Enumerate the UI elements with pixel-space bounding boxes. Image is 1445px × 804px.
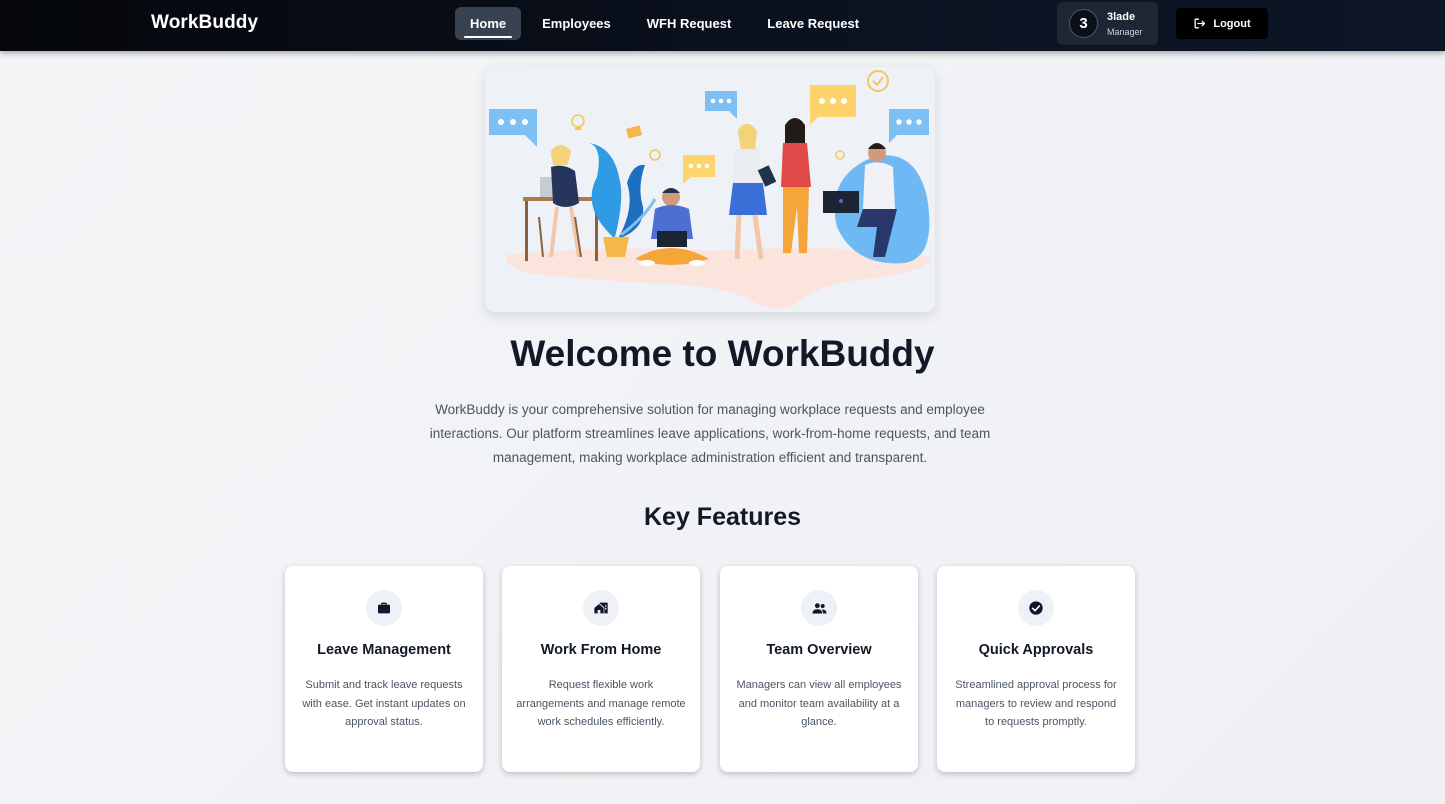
home-work-icon (583, 590, 619, 626)
intro-text: WorkBuddy is your comprehensive solution… (429, 402, 991, 465)
features-heading: Key Features (643, 503, 802, 531)
nav-item-leave-request[interactable]: Leave Request (752, 7, 874, 40)
check-circle-icon (1018, 590, 1054, 626)
feature-title: Work From Home (540, 642, 662, 658)
people-icon (801, 590, 837, 626)
top-navbar: WorkBuddy Home Employees WFH Request Lea… (0, 0, 1445, 51)
feature-card-team-overview: Team Overview Managers can view all empl… (720, 566, 918, 772)
user-profile[interactable]: 3 3lade Manager (1057, 2, 1158, 45)
feature-title: Quick Approvals (978, 642, 1094, 658)
page-title: Welcome to WorkBuddy (510, 333, 935, 374)
feature-card-quick-approvals: Quick Approvals Streamlined approval pro… (937, 566, 1135, 772)
hero-illustration (485, 67, 935, 312)
logout-label: Logout (1213, 17, 1251, 30)
nav-item-wfh-request[interactable]: WFH Request (632, 7, 747, 40)
feature-description: Managers can view all employees and moni… (736, 679, 902, 728)
feature-title: Team Overview (766, 642, 872, 658)
feature-card-leave-management: Leave Management Submit and track leave … (285, 566, 483, 772)
feature-description: Streamlined approval process for manager… (955, 679, 1117, 728)
feature-card-work-from-home: Work From Home Request flexible work arr… (502, 566, 700, 772)
user-role: Manager (1107, 27, 1143, 37)
avatar: 3 (1069, 9, 1098, 38)
brand-logo[interactable]: WorkBuddy (151, 12, 258, 34)
logout-button[interactable]: Logout (1176, 8, 1268, 39)
feature-description: Request flexible work arrangements and m… (516, 679, 686, 728)
feature-title: Leave Management (317, 642, 451, 658)
team-collaboration-illustration (489, 70, 932, 309)
nav-item-employees[interactable]: Employees (527, 7, 626, 40)
nav-item-home[interactable]: Home (455, 7, 522, 40)
nav-links: Home Employees WFH Request Leave Request (455, 7, 880, 40)
chat-bubble-left (489, 109, 537, 147)
user-name: 3lade (1107, 11, 1136, 23)
feature-description: Submit and track leave requests with eas… (302, 679, 466, 728)
logout-icon (1194, 18, 1206, 29)
briefcase-icon (366, 590, 402, 626)
